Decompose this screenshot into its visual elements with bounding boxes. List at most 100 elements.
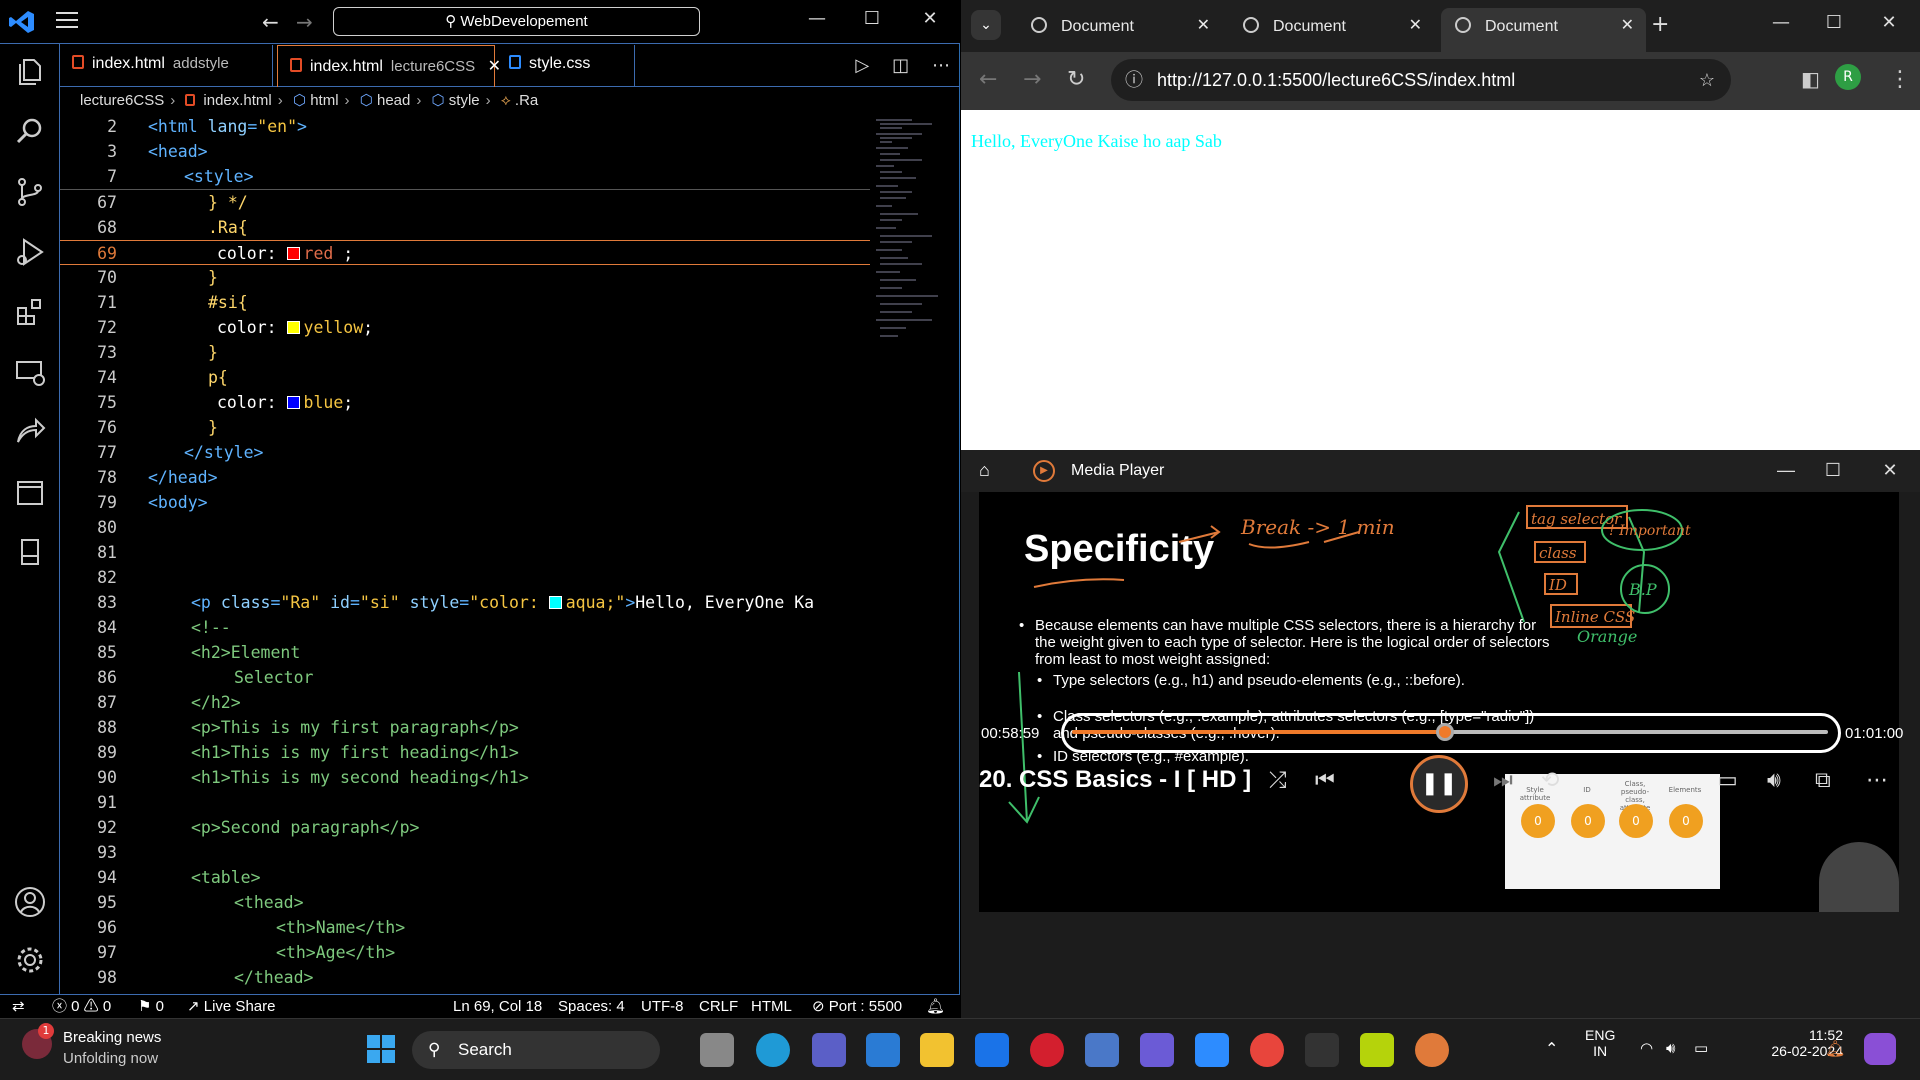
back-arrow-icon[interactable]: ←	[262, 10, 279, 34]
forward-icon[interactable]: →	[1023, 67, 1041, 92]
address-bar[interactable]: ⓘ http://127.0.0.1:5500/lecture6CSS/inde…	[1111, 59, 1731, 101]
teams-icon[interactable]	[812, 1033, 846, 1067]
account-icon[interactable]	[12, 884, 48, 920]
split-editor-icon[interactable]: ◫	[892, 55, 909, 76]
color-swatch[interactable]	[548, 596, 562, 609]
run-icon[interactable]: ▷	[855, 55, 869, 76]
close-tab-icon[interactable]: ✕	[1409, 15, 1422, 35]
input-language[interactable]: ENG IN	[1585, 1027, 1615, 1059]
extensions-icon[interactable]	[12, 294, 48, 330]
indentation[interactable]: Spaces: 4	[558, 995, 625, 1018]
settings-gear-icon[interactable]	[12, 942, 48, 978]
close-button[interactable]: ✕	[910, 8, 950, 29]
menu-icon[interactable]	[56, 12, 78, 30]
notebook-icon[interactable]	[12, 534, 48, 570]
back-icon[interactable]: ←	[979, 67, 997, 92]
bookmark-star-icon[interactable]: ☆	[1699, 59, 1715, 101]
live-share-button[interactable]: ↗ Live Share	[187, 995, 275, 1018]
pycharm-icon[interactable]	[1360, 1033, 1394, 1067]
video-frame[interactable]: Specificity Break -> 1 min tag selector …	[979, 492, 1899, 912]
home-icon[interactable]: ⌂	[979, 460, 990, 481]
color-swatch[interactable]	[286, 321, 300, 334]
vscode-taskbar-icon[interactable]	[1195, 1033, 1229, 1067]
tab-index-lecture6css[interactable]: index.html lecture6CSS ✕	[277, 45, 501, 87]
taskbar-search[interactable]: ⚲ Search	[412, 1031, 660, 1069]
news-title[interactable]: Breaking news	[63, 1029, 161, 1046]
tab-style-css[interactable]: style.css	[497, 45, 635, 87]
file-explorer-icon[interactable]	[920, 1033, 954, 1067]
close-button[interactable]: ✕	[1870, 460, 1910, 481]
side-panel-icon[interactable]: ◧	[1801, 67, 1820, 91]
ports-indicator[interactable]: ⚑ 0	[138, 995, 164, 1018]
source-control-icon[interactable]	[12, 174, 48, 210]
seek-thumb[interactable]	[1436, 723, 1455, 741]
browser-menu-icon[interactable]: ⋮	[1889, 67, 1911, 92]
live-server-port[interactable]: ⊘ Port : 5500	[812, 995, 902, 1018]
profile-avatar[interactable]: R	[1835, 64, 1861, 90]
command-center-search[interactable]: ⚲ WebDevelopement	[333, 7, 700, 36]
more-actions-icon[interactable]: ⋯	[932, 55, 950, 76]
close-tab-icon[interactable]: ✕	[1621, 15, 1634, 35]
edge-icon[interactable]	[756, 1033, 790, 1067]
forward-arrow-icon[interactable]: →	[296, 10, 313, 34]
notepad-icon[interactable]	[1085, 1033, 1119, 1067]
app-icon[interactable]	[1140, 1033, 1174, 1067]
previous-icon[interactable]: ⏮︎	[1315, 768, 1335, 793]
code-editor[interactable]: 2 <html lang="en"> 3 <head> 7 <style> 67} *…	[60, 114, 960, 994]
mail-icon[interactable]	[866, 1033, 900, 1067]
new-tab-icon[interactable]: +	[1651, 12, 1669, 37]
shuffle-icon[interactable]: ⤮	[1269, 768, 1287, 793]
maximize-button[interactable]: ☐	[1814, 12, 1854, 33]
seek-bar[interactable]	[1061, 713, 1841, 753]
volume-icon[interactable]: 🔊︎	[1767, 768, 1781, 793]
cursor-position[interactable]: Ln 69, Col 18	[453, 995, 542, 1018]
volume-icon[interactable]: 🔊︎	[1666, 1039, 1675, 1057]
next-icon[interactable]: ⏭︎	[1493, 768, 1513, 793]
minimap[interactable]	[872, 114, 942, 414]
copilot-icon[interactable]	[1864, 1033, 1896, 1065]
minimize-button[interactable]: —	[797, 8, 837, 29]
maximize-button[interactable]: ☐	[852, 8, 892, 29]
dropbox-icon[interactable]	[975, 1033, 1009, 1067]
wifi-icon[interactable]: ◠	[1640, 1039, 1653, 1057]
close-tab-icon[interactable]: ✕	[1197, 15, 1210, 35]
browser-tab[interactable]: Document ✕	[1229, 8, 1434, 44]
site-info-icon[interactable]: ⓘ	[1125, 59, 1143, 101]
minimize-button[interactable]: —	[1766, 460, 1806, 481]
run-debug-icon[interactable]	[12, 234, 48, 270]
explorer-icon[interactable]	[12, 54, 48, 90]
windows-start-icon[interactable]	[367, 1035, 395, 1063]
chrome-icon[interactable]	[1250, 1033, 1284, 1067]
remote-indicator-icon[interactable]: ⇄	[12, 995, 25, 1018]
reload-icon[interactable]: ↻	[1067, 67, 1085, 92]
browser-tab-active[interactable]: Document ✕	[1441, 8, 1646, 52]
live-share-icon[interactable]	[12, 414, 48, 450]
color-swatch[interactable]	[286, 247, 300, 260]
captions-icon[interactable]: ▭	[1717, 768, 1738, 793]
minimize-button[interactable]: —	[1761, 12, 1801, 33]
problems-indicator[interactable]: ⓧ 0 ⚠ 0	[52, 995, 111, 1018]
remote-explorer-icon[interactable]	[12, 354, 48, 390]
tray-overflow-icon[interactable]: ⌃	[1545, 1039, 1558, 1058]
news-subtitle[interactable]: Unfolding now	[63, 1050, 158, 1067]
encoding[interactable]: UTF-8	[641, 995, 684, 1018]
task-view-icon[interactable]	[700, 1033, 734, 1067]
tab-search-icon[interactable]: ⌄	[971, 10, 1001, 40]
mini-player-icon[interactable]: ⧉	[1815, 768, 1831, 793]
more-options-icon[interactable]: ⋯	[1866, 768, 1888, 793]
close-button[interactable]: ✕	[1869, 12, 1909, 33]
line-ending[interactable]: CRLF	[699, 995, 738, 1018]
browser-tab[interactable]: Document ✕	[1017, 8, 1222, 44]
language-mode[interactable]: HTML	[751, 995, 792, 1018]
notification-bell-icon[interactable]: 🔔︎	[1825, 1039, 1845, 1058]
tab-index-addstyle[interactable]: index.html addstyle	[60, 45, 273, 87]
opera-icon[interactable]	[1030, 1033, 1064, 1067]
app-icon[interactable]	[1305, 1033, 1339, 1067]
battery-icon[interactable]: ▭	[1694, 1039, 1708, 1057]
media-player-taskbar-icon[interactable]	[1415, 1033, 1449, 1067]
search-icon[interactable]	[12, 114, 48, 150]
notifications-bell-icon[interactable]: 🔔︎	[926, 995, 945, 1018]
panel-icon[interactable]	[12, 474, 48, 510]
maximize-button[interactable]: ☐	[1813, 460, 1853, 481]
repeat-icon[interactable]: ⟲	[1541, 768, 1559, 793]
